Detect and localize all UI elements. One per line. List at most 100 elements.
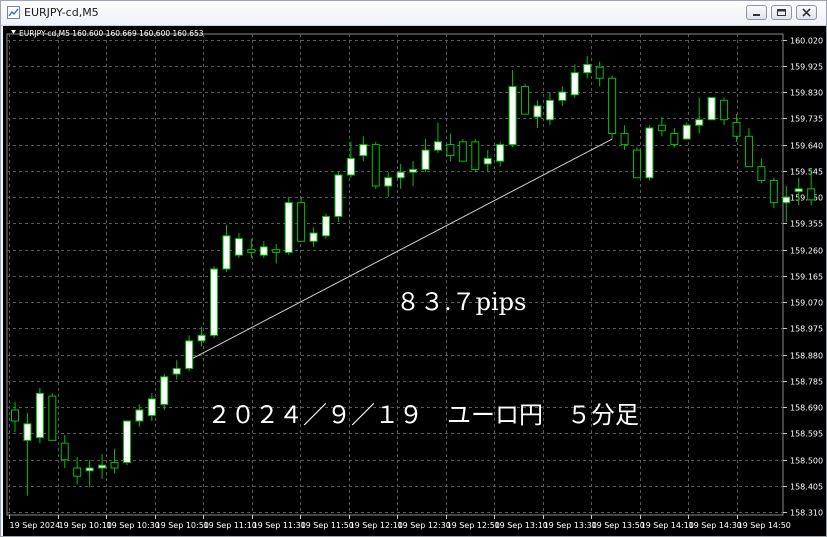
bull-candle-body [359,144,368,157]
y-tick-label: 159.925 [790,63,823,72]
bull-candle-body [583,63,592,74]
bull-candle-body [433,141,442,151]
pips-annotation: ８３.７pips [396,288,526,316]
maximize-button[interactable] [771,5,792,20]
bull-candle-body [23,423,32,441]
window-title: EURJPY-cd,M5 [24,6,99,19]
bull-candle-body [234,238,243,256]
bull-candle-body [682,124,691,140]
bull-candle-body [259,246,268,256]
bull-candle-body [558,91,567,101]
date-pair-annotation: ２０２４／９／１９ ユーロ円 ５分足 [207,401,639,429]
bear-candle-body [720,99,729,121]
x-tick-label: 19 Sep 11:10 [204,521,257,530]
y-tick-label: 159.545 [790,168,823,177]
bull-candle-body [570,72,579,96]
bull-candle-body [160,376,169,405]
title-bar[interactable]: EURJPY-cd,M5 [1,1,826,26]
bull-candle-body [197,334,206,342]
bear-candle-body [633,149,641,179]
y-tick-label: 158.310 [790,509,823,518]
y-tick-label: 158.880 [790,352,823,361]
bear-candle-body [446,144,455,157]
chart-app-icon [7,6,20,19]
bear-candle-body [521,86,530,115]
bull-candle-body [185,340,194,369]
symbol-info-label: EURJPY-cd,M5 160.600 160.669 160.600 160… [19,29,204,38]
bear-candle-body [620,133,629,146]
x-tick-label: 19 Sep 13:10 [495,521,548,530]
bear-candle-body [769,180,778,204]
bull-candle-body [707,97,716,121]
x-tick-label: 19 Sep 10:10 [59,521,112,530]
bear-candle-body [60,442,69,461]
bull-candle-body [322,215,330,237]
y-tick-label: 159.070 [790,299,823,308]
bull-candle-body [409,168,418,173]
bear-candle-body [657,124,666,132]
bull-candle-body [309,232,318,242]
bull-candle-body [396,171,405,179]
bull-candle-body [346,157,355,176]
x-tick-label: 19 Sep 10:30 [107,521,160,530]
bull-candle-body [210,268,219,336]
bear-candle-body [297,202,306,242]
x-tick-label: 19 Sep 13:50 [592,521,645,530]
x-tick-label: 19 Sep 14:10 [641,521,694,530]
bull-candle-body [695,119,704,126]
y-tick-label: 159.450 [790,194,823,203]
y-tick-label: 158.500 [790,457,823,466]
y-tick-label: 158.405 [790,483,823,492]
bull-candle-body [533,105,542,118]
minimize-icon [753,14,760,16]
chart-area[interactable]: 160.020 159.925 159.830 159.735 159.640 159.5… [3,26,826,536]
close-icon [802,8,811,17]
bear-candle-body [73,467,82,477]
bull-candle-body [122,420,131,463]
bull-candle-body [645,127,654,179]
bear-candle-body [744,135,753,168]
bear-candle-body [670,133,679,146]
chart-window: EURJPY-cd,M5 160.020 159.925 159.830 159.73… [0,0,827,537]
minimize-button[interactable] [746,5,767,20]
y-tick-label: 158.595 [790,430,823,439]
x-tick-label: 19 Sep 10:50 [156,521,209,530]
y-tick-label: 160.020 [790,37,823,46]
y-tick-label: 159.830 [790,89,823,98]
bull-candle-body [421,149,430,170]
bull-candle-body [545,99,554,121]
maximize-icon [777,9,786,16]
bull-candle-body [172,367,181,375]
bear-candle-body [807,188,816,201]
x-tick-label: 19 Sep 13:30 [544,521,597,530]
y-tick-label: 159.640 [790,142,823,151]
bear-candle-body [272,249,281,253]
x-tick-label: 19 Sep 12:50 [447,521,500,530]
bear-candle-body [247,249,256,253]
y-tick-label: 159.355 [790,220,823,229]
close-button[interactable] [796,5,817,20]
y-tick-label: 158.690 [790,404,823,413]
y-tick-label: 159.735 [790,115,823,124]
bear-candle-body [110,461,119,469]
bull-candle-body [496,144,505,162]
y-tick-label: 159.260 [790,247,823,256]
y-tick-label: 158.785 [790,378,823,387]
bear-candle-body [757,166,766,182]
x-tick-label: 19 Sep 11:30 [253,521,306,530]
x-tick-label: 19 Sep 12:30 [398,521,451,530]
bull-candle-body [284,202,293,253]
bear-candle-body [608,77,617,135]
bull-candle-body [794,188,803,193]
bear-candle-body [595,66,604,79]
candlestick-chart: 160.020 159.925 159.830 159.735 159.640 159.5… [6,29,823,530]
bull-candle-body [35,392,44,439]
bear-candle-body [732,121,741,137]
bull-candle-body [222,235,231,270]
bull-candle-body [384,177,393,187]
bear-candle-body [48,395,57,441]
bull-candle-body [135,409,144,422]
x-tick-label: 19 Sep 11:50 [301,521,354,530]
bull-candle-body [483,157,492,165]
bear-candle-body [471,141,480,170]
